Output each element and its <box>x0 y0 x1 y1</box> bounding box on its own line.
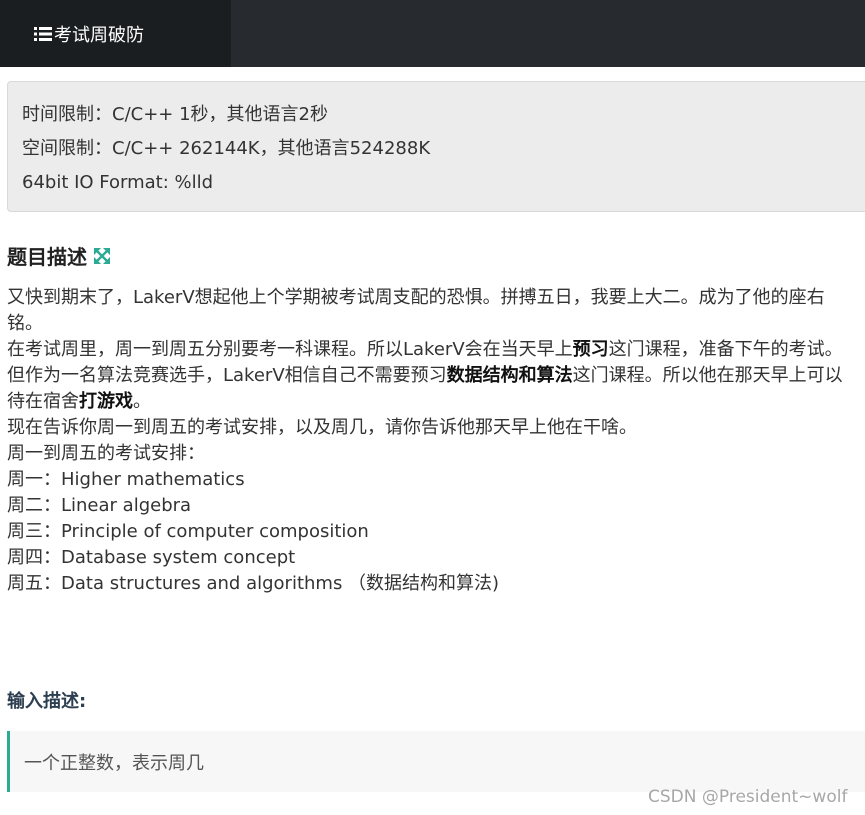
desc-bold-preview: 预习 <box>572 339 609 360</box>
io-format: 64bit IO Format: %lld <box>22 172 214 193</box>
time-limit: 时间限制：C/C++ 1秒，其他语言2秒 <box>22 104 328 125</box>
list-icon <box>34 26 52 41</box>
space-limit: 空间限制：C/C++ 262144K，其他语言524288K <box>22 138 431 159</box>
input-description: 一个正整数，表示周几 <box>7 731 865 792</box>
limits-panel: 时间限制：C/C++ 1秒，其他语言2秒 空间限制：C/C++ 262144K，… <box>7 81 865 212</box>
nav-tab-title: 考试周破防 <box>54 24 144 46</box>
desc-text: 在考试周里，周一到周五分别要考一科课程。所以LakerV会在当天早上 <box>7 339 573 360</box>
desc-text: 。 <box>133 391 151 412</box>
nav-tab-problem[interactable]: 考试周破防 <box>0 0 231 67</box>
watermark: CSDN @President~wolf <box>648 787 848 807</box>
input-heading: 输入描述: <box>7 691 87 712</box>
schedule-item: 周五：Data structures and algorithms （数据结构和… <box>7 573 500 594</box>
desc-bold-dsa: 数据结构和算法 <box>446 365 573 386</box>
schedule-item: 周一：Higher mathematics <box>7 469 245 490</box>
desc-paragraph-2: 在考试周里，周一到周五分别要考一科课程。所以LakerV会在当天早上预习这门课程… <box>7 337 859 415</box>
schedule-item: 周四：Database system concept <box>7 547 296 568</box>
desc-paragraph-3: 现在告诉你周一到周五的考试安排，以及周几，请你告诉他那天早上他在干啥。 <box>7 417 637 438</box>
description-title: 题目描述 <box>7 245 87 269</box>
desc-bold-game: 打游戏 <box>79 391 133 412</box>
description-heading: 题目描述 <box>7 241 111 270</box>
schedule-item: 周三：Principle of computer composition <box>7 521 369 542</box>
schedule-item: 周二：Linear algebra <box>7 495 192 516</box>
desc-paragraph-1: 又快到期末了，LakerV想起他上个学期被考试周支配的恐惧。拼搏五日，我要上大二… <box>7 287 825 334</box>
expand-icon[interactable] <box>93 247 111 265</box>
description-body: 又快到期末了，LakerV想起他上个学期被考试周支配的恐惧。拼搏五日，我要上大二… <box>7 285 859 597</box>
input-text: 一个正整数，表示周几 <box>24 752 204 774</box>
desc-paragraph-4: 周一到周五的考试安排： <box>7 443 205 464</box>
top-navbar: 考试周破防 <box>0 0 865 67</box>
